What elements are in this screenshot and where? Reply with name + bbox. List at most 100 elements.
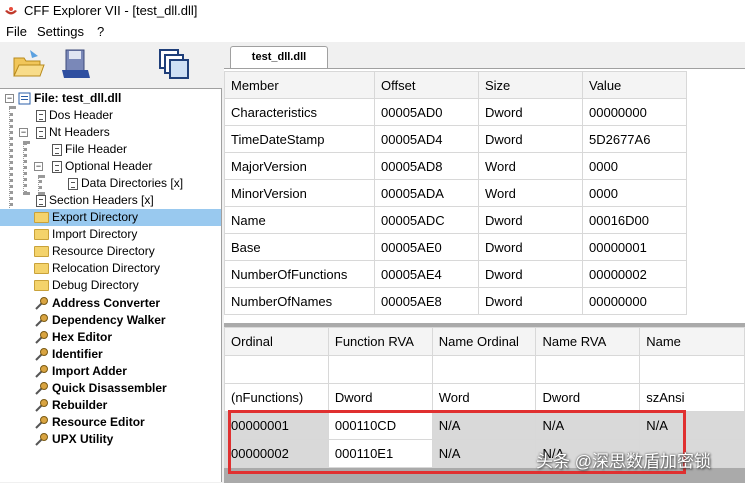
size-cell: Dword	[478, 260, 583, 288]
table-row[interactable]: TimeDateStamp 00005AD4 Dword 5D2677A6	[224, 125, 687, 153]
collapse-icon[interactable]: −	[19, 128, 28, 137]
tool-icon	[35, 416, 48, 430]
member-cell: Base	[224, 233, 375, 261]
tree-item-label: Export Directory	[52, 210, 139, 224]
column-header[interactable]: Function RVA	[327, 327, 433, 356]
table-spacer-row	[224, 355, 745, 384]
tool-icon	[35, 399, 48, 413]
open-icon[interactable]	[10, 46, 46, 82]
value-cell[interactable]: 00016D00	[582, 206, 687, 234]
save-icon[interactable]	[58, 46, 94, 82]
tree-item-file[interactable]: File: test_dll.dll	[18, 90, 121, 107]
value-cell[interactable]: 00000002	[582, 260, 687, 288]
column-header[interactable]: Offset	[374, 71, 479, 99]
tree-item-label: UPX Utility	[52, 432, 114, 446]
tree-item-import-directory[interactable]: Import Directory	[34, 226, 137, 243]
column-header[interactable]: Member	[224, 71, 375, 99]
tree-item-export-directory[interactable]: Export Directory	[0, 209, 221, 226]
tree-item-section-headers[interactable]: Section Headers [x]	[36, 192, 154, 209]
value-cell[interactable]: 0000	[582, 152, 687, 180]
tab-strip: test_dll.dll	[222, 44, 745, 68]
tab-test-dll[interactable]: test_dll.dll	[230, 46, 328, 68]
tree-item-dependency-walker[interactable]: Dependency Walker	[34, 312, 166, 329]
type-cell: Dword	[327, 383, 433, 412]
menu-help[interactable]: ?	[97, 24, 104, 39]
tree-item-upx-utility[interactable]: UPX Utility	[34, 431, 113, 448]
column-header[interactable]: Value	[582, 71, 687, 99]
menu-settings[interactable]: Settings	[37, 24, 84, 39]
tree-item-label: Data Directories [x]	[81, 176, 184, 190]
value-cell[interactable]: 0000	[582, 179, 687, 207]
column-header[interactable]: Name RVA	[535, 327, 641, 356]
collapse-icon[interactable]: −	[34, 162, 43, 171]
table-row[interactable]: NumberOfNames 00005AE8 Dword 00000000	[224, 287, 687, 315]
tree-item-debug-directory[interactable]: Debug Directory	[34, 277, 139, 294]
tree-item-data-directories[interactable]: Data Directories [x]	[68, 175, 183, 192]
export-directory-table: Member Offset Size Value Characteristics…	[224, 71, 687, 315]
tree-item-dos-header[interactable]: Dos Header	[36, 107, 113, 124]
value-cell[interactable]: 00000000	[582, 287, 687, 315]
collapse-icon[interactable]: −	[5, 94, 14, 103]
size-cell: Dword	[478, 125, 583, 153]
tree-item-relocation-directory[interactable]: Relocation Directory	[34, 260, 160, 277]
column-header[interactable]: Name	[639, 327, 745, 356]
tree-item-label: Dos Header	[49, 108, 114, 122]
table-row[interactable]: MajorVersion 00005AD8 Word 0000	[224, 152, 687, 180]
tool-icon	[35, 433, 48, 447]
member-cell: Characteristics	[224, 98, 375, 126]
tree-item-optional-header[interactable]: Optional Header	[52, 158, 152, 175]
value-cell[interactable]: 00000001	[582, 233, 687, 261]
offset-cell: 00005AD8	[374, 152, 479, 180]
windows-icon[interactable]	[156, 46, 192, 82]
menu-bar: File Settings ?	[0, 22, 745, 42]
type-cell: Word	[431, 383, 537, 412]
offset-cell: 00005ADC	[374, 206, 479, 234]
tree-item-label: Section Headers [x]	[49, 193, 154, 207]
tool-icon	[35, 382, 48, 396]
table-row[interactable]: NumberOfFunctions 00005AE4 Dword 00000002	[224, 260, 687, 288]
column-header[interactable]: Ordinal	[224, 327, 329, 356]
table-header-row: Member Offset Size Value	[224, 71, 687, 99]
value-cell[interactable]: 5D2677A6	[582, 125, 687, 153]
table-row[interactable]: Name 00005ADC Dword 00016D00	[224, 206, 687, 234]
value-cell[interactable]: 00000000	[582, 98, 687, 126]
app-icon	[5, 7, 17, 15]
size-cell: Dword	[478, 206, 583, 234]
tree-item-label: Import Directory	[52, 227, 138, 241]
tree-item-rebuilder[interactable]: Rebuilder	[34, 397, 107, 414]
document-icon	[36, 126, 46, 139]
table-header-row: Ordinal Function RVA Name Ordinal Name R…	[224, 327, 745, 356]
window-title: CFF Explorer VII - [test_dll.dll]	[24, 3, 198, 18]
column-header[interactable]: Name Ordinal	[431, 327, 537, 356]
document-icon	[36, 109, 46, 122]
tree-item-resource-editor[interactable]: Resource Editor	[34, 414, 145, 431]
tree-item-label: File: test_dll.dll	[34, 91, 122, 105]
menu-file[interactable]: File	[6, 24, 27, 39]
member-cell: NumberOfNames	[224, 287, 375, 315]
tree-item-label: Identifier	[52, 347, 103, 361]
document-icon	[52, 143, 62, 156]
folder-icon	[34, 212, 49, 224]
column-header[interactable]: Size	[478, 71, 583, 99]
tree-item-label: Import Adder	[52, 364, 127, 378]
tree-item-nt-headers[interactable]: Nt Headers	[36, 124, 110, 141]
table-row[interactable]: Base 00005AE0 Dword 00000001	[224, 233, 687, 261]
tree-item-file-header[interactable]: File Header	[52, 141, 127, 158]
table-row[interactable]: MinorVersion 00005ADA Word 0000	[224, 179, 687, 207]
tool-icon	[35, 331, 48, 345]
tree-item-address-converter[interactable]: Address Converter	[34, 295, 160, 312]
tree-item-identifier[interactable]: Identifier	[34, 346, 103, 363]
tree-item-label: Nt Headers	[49, 125, 110, 139]
tree-item-label: Quick Disassembler	[52, 381, 167, 395]
table-row[interactable]: Characteristics 00005AD0 Dword 00000000	[224, 98, 687, 126]
tree-item-quick-disassembler[interactable]: Quick Disassembler	[34, 380, 167, 397]
folder-icon	[34, 263, 49, 275]
member-cell: MinorVersion	[224, 179, 375, 207]
offset-cell: 00005AE4	[374, 260, 479, 288]
tree-item-resource-directory[interactable]: Resource Directory	[34, 243, 155, 260]
tool-icon	[35, 365, 48, 379]
tree-item-import-adder[interactable]: Import Adder	[34, 363, 127, 380]
tool-icon	[35, 297, 48, 311]
tree-item-hex-editor[interactable]: Hex Editor	[34, 329, 112, 346]
folder-icon	[34, 280, 49, 292]
